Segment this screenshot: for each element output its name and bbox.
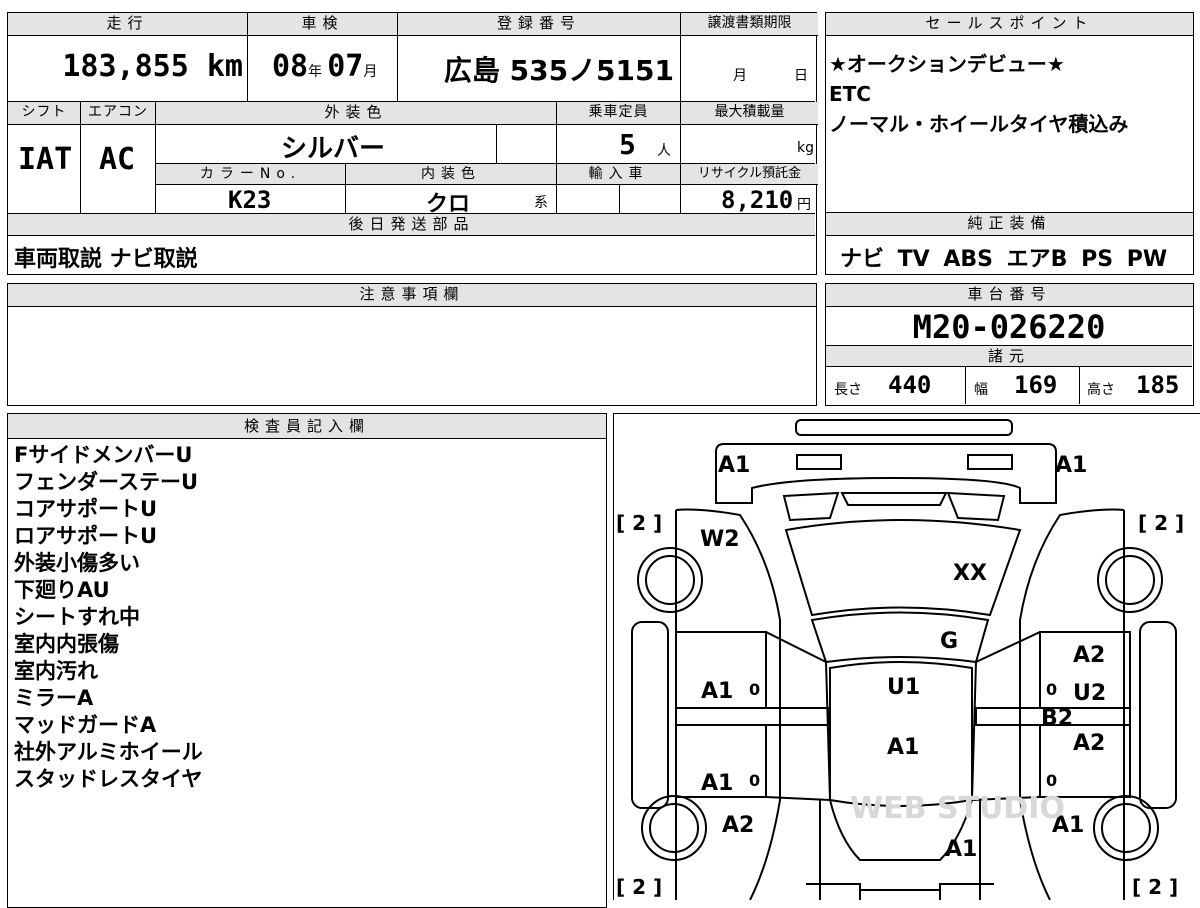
recycle-fee-unit: 円: [797, 197, 811, 213]
transfer-day-unit: 日: [794, 68, 808, 84]
registration-label: 登録番号: [398, 13, 680, 36]
recycle-fee-label: リサイクル預託金: [681, 164, 818, 185]
capacity-unit: 人: [657, 143, 671, 159]
inspector-line: シートすれ中: [14, 605, 140, 629]
inspector-line: ロアサポートU: [14, 524, 158, 548]
inspector-line: FサイドメンバーU: [14, 443, 193, 467]
inspector-line: フェンダーステーU: [14, 470, 199, 494]
car-diagram: A1 A1 [ 2 ] [ 2 ] [ 2 ] [ 2 ] W2 XX G U1…: [616, 418, 1184, 900]
transfer-deadline-label: 譲渡書類期限: [681, 13, 818, 36]
later-parts-value: 車両取説 ナビ取説: [14, 247, 198, 272]
notes-value: [8, 307, 816, 315]
mileage-unit: km: [206, 49, 243, 84]
mark-roof-rear: A1: [887, 735, 919, 760]
later-parts-label: 後日発送部品: [8, 214, 815, 236]
mark-tire-rl: [ 2 ]: [616, 875, 662, 899]
mark-hood: XX: [953, 561, 987, 586]
registration-value: 広島 535ノ5151: [443, 54, 674, 87]
inspector-label: 検査員記入欄: [8, 414, 606, 439]
sales-points-box: セールスポイント ★オークションデビュー★ ETC ノーマル・ホイールタイヤ積込…: [825, 12, 1194, 213]
chassis-number: M20-026220: [912, 308, 1106, 346]
mark-right-front-door: U2: [1073, 681, 1106, 706]
width-label: 幅: [974, 382, 988, 398]
inspection-month-unit: 月: [363, 64, 378, 80]
mark-tire-fl: [ 2 ]: [616, 511, 662, 535]
inspector-line: ミラーA: [14, 686, 94, 710]
notes-label: 注意事項欄: [8, 284, 816, 307]
sales-point-line: ETC: [829, 82, 871, 106]
equipment-label: 純正装備: [826, 213, 1193, 236]
inspector-line: マッドガードA: [14, 713, 157, 737]
transfer-month-unit: 月: [733, 68, 747, 84]
inspector-line: 室内汚れ: [14, 659, 98, 683]
max-load-unit: kg: [797, 140, 814, 156]
height-label: 高さ: [1087, 382, 1115, 398]
height-value: 185: [1136, 371, 1180, 399]
length-label: 長さ: [834, 382, 862, 398]
color-no-label: カラーNo.: [156, 164, 345, 185]
inspector-line: 室内内張傷: [14, 632, 119, 656]
mark-small-0: 0: [749, 771, 760, 790]
inspector-line: 下廻りAU: [14, 578, 110, 602]
sales-points-label: セールスポイント: [826, 13, 1193, 36]
inspector-line: 外装小傷多い: [14, 551, 140, 575]
mark-front-right: A1: [1055, 453, 1087, 478]
sales-point-line: ★オークションデビュー★: [829, 52, 1065, 76]
length-value: 440: [888, 371, 932, 399]
shift-value: IAT: [18, 142, 73, 177]
inspector-box: 検査員記入欄 FサイドメンバーU フェンダーステーU コアサポートU ロアサポー…: [7, 413, 607, 908]
chassis-label: 車台番号: [826, 284, 1193, 307]
inspection-label: 車検: [248, 13, 397, 36]
mileage-value: 183,855: [62, 49, 189, 84]
inspector-line: コアサポートU: [14, 497, 158, 521]
equipment-value: ナビ TV ABS エアB PS PW: [840, 247, 1168, 272]
width-value: 169: [1014, 371, 1058, 399]
exterior-color-value: シルバー: [281, 134, 386, 164]
mark-grille: G: [940, 629, 958, 654]
mark-right-rear-door: A2: [1073, 731, 1105, 756]
specs-label: 諸元: [826, 345, 1192, 367]
sales-point-line: ノーマル・ホイールタイヤ積込み: [829, 112, 1129, 136]
max-load-label: 最大積載量: [681, 102, 818, 125]
mark-small-0: 0: [1046, 680, 1057, 699]
mark-windshield: W2: [700, 527, 740, 552]
aircon-label: エアコン: [81, 102, 155, 125]
car-diagram-box: A1 A1 [ 2 ] [ 2 ] [ 2 ] [ 2 ] W2 XX G U1…: [613, 413, 1200, 900]
mark-front-left: A1: [718, 453, 750, 478]
watermark: WEB STUDIO: [850, 791, 1065, 826]
mark-tire-fr: [ 2 ]: [1138, 511, 1184, 535]
notes-box: 注意事項欄: [7, 283, 817, 406]
main-spec-table: 走行 183,855 km 車検 08年 07月 登録番号 広島 535ノ515…: [7, 12, 818, 275]
interior-color-label: 内装色: [346, 164, 556, 185]
inspection-year: 08: [272, 49, 309, 84]
mark-right-pillar: B2: [1041, 706, 1073, 731]
mark-left-front-door: A1: [701, 679, 733, 704]
mark-small-0: 0: [1046, 771, 1057, 790]
exterior-color-label: 外装色: [156, 102, 556, 125]
shift-label: シフト: [8, 102, 80, 125]
mark-small-0: 0: [749, 680, 760, 699]
mark-rear: A1: [945, 837, 977, 862]
capacity-value: 5: [619, 128, 636, 161]
aircon-value: AC: [99, 142, 136, 177]
capacity-label: 乗車定員: [557, 102, 680, 125]
mark-left-rear-quarter: A2: [722, 813, 754, 838]
inspection-year-unit: 年: [308, 64, 323, 80]
mark-left-rear-door: A1: [701, 771, 733, 796]
import-label: 輸入車: [557, 164, 680, 185]
inspector-line: スタッドレスタイヤ: [14, 767, 203, 791]
mileage-label: 走行: [8, 13, 247, 36]
recycle-fee-value: 8,210: [721, 186, 794, 214]
interior-color-suffix: 系: [534, 195, 548, 211]
color-no-value: K23: [228, 186, 272, 214]
inspector-line: 社外アルミホイール: [14, 740, 203, 764]
equipment-box: 純正装備 ナビ TV ABS エアB PS PW: [825, 212, 1194, 275]
chassis-box: 車台番号 M20-026220 諸元 長さ 440 幅 169 高さ 185: [825, 283, 1194, 406]
inspection-month: 07: [327, 49, 364, 84]
mark-right-fender: A2: [1073, 643, 1105, 668]
mark-tire-rr: [ 2 ]: [1132, 875, 1178, 899]
mark-roof-front: U1: [887, 675, 920, 700]
